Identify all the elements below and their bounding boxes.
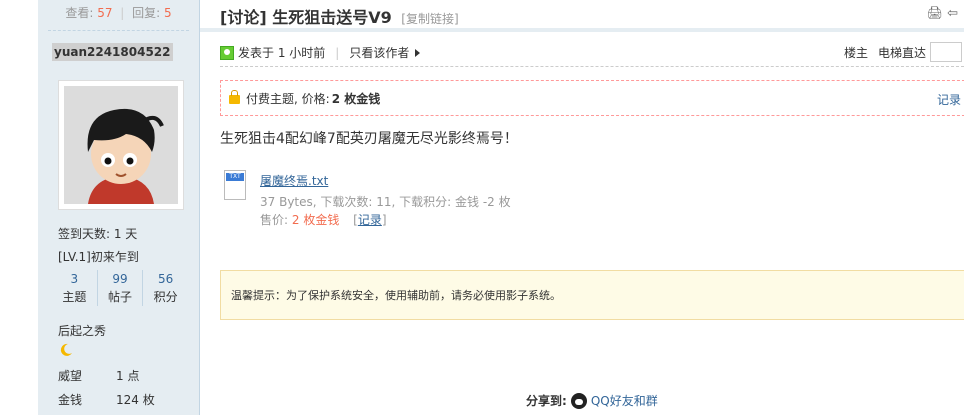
stat-label: 帖子 [108, 290, 133, 304]
post-content: 生死狙击4配幻峰7配英刃屠魔无尽光影终焉号！ [220, 131, 518, 147]
divider: | [335, 45, 340, 60]
file-type-badge: TXT [226, 173, 244, 181]
caret-right-icon[interactable] [415, 48, 421, 57]
stat-topics[interactable]: 3 主题 [52, 270, 98, 306]
paid-record-link[interactable]: 记录 [937, 91, 961, 108]
thread-title: [讨论] 生死狙击送号V9 [复制链接] [220, 4, 459, 28]
stat-label: 积分 [153, 290, 178, 304]
floor-controls: 楼主 电梯直达 [844, 42, 964, 62]
row-key: 金钱 [58, 393, 83, 407]
replies-count: 5 [164, 6, 172, 20]
share-bar: 分享到: QQ好友和群 [526, 392, 658, 409]
paid-topic-box: 付费主题, 价格: 2 枚金钱 记录 [220, 80, 964, 116]
divider: | [120, 6, 125, 20]
avatar-image [64, 86, 178, 204]
op-label: 楼主 [843, 45, 868, 60]
money-row: 金钱 124 枚 [58, 391, 155, 408]
copy-link-button[interactable]: [复制链接] [401, 12, 458, 26]
price-value: 2 枚金钱 [291, 213, 340, 227]
replies-label: 回复: [132, 6, 161, 20]
views-label: 查看: [65, 6, 94, 20]
jump-label: 电梯直达 [877, 45, 926, 60]
stat-value: 56 [158, 272, 174, 286]
attachment-record-link[interactable]: 记录 [358, 213, 382, 227]
lock-icon [229, 90, 240, 104]
stat-label: 主题 [62, 290, 87, 304]
thread-title-text: [讨论] 生死狙击送号V9 [220, 8, 392, 27]
row-key: 威望 [58, 369, 83, 383]
back-arrow-icon[interactable]: ⇦ [947, 6, 958, 21]
row-value: 1 点 [116, 369, 140, 383]
avatar[interactable] [58, 80, 184, 210]
attachment-download-link[interactable]: 屠魔终焉.txt [260, 172, 328, 189]
rank-title: 后起之秀 [58, 324, 107, 338]
cartoon-avatar-icon [64, 86, 178, 204]
posted-time: 发表于 1 小时前 [238, 46, 326, 60]
user-stats: 3 主题 99 帖子 56 积分 [52, 270, 188, 306]
online-user-icon [220, 45, 234, 60]
stat-points[interactable]: 56 积分 [143, 270, 188, 306]
print-icon[interactable]: 🖨 [927, 6, 944, 21]
sidebar-divider [48, 30, 189, 31]
meta-divider [220, 66, 964, 67]
floor-jump-input[interactable] [930, 42, 962, 62]
attachment-info: 37 Bytes, 下载次数: 11, 下载积分: 金钱 -2 枚 [260, 195, 511, 209]
attachment-price: 售价: 2 枚金钱 [记录] [260, 213, 387, 227]
txt-file-icon: TXT [224, 170, 246, 200]
stat-value: 3 [70, 272, 79, 286]
row-value: 124 枚 [116, 393, 155, 407]
stat-value: 99 [112, 272, 128, 286]
paid-label: 付费主题, 价格: [246, 91, 330, 106]
qq-icon[interactable] [570, 392, 587, 409]
user-level[interactable]: [LV.1]初来乍到 [58, 248, 139, 265]
paid-price: 2 枚金钱 [331, 91, 381, 106]
stat-posts[interactable]: 99 帖子 [98, 270, 144, 306]
title-actions: 🖨 ⇦ [927, 6, 958, 21]
title-bar: [讨论] 生死狙击送号V9 [复制链接] 🖨 ⇦ [200, 0, 964, 32]
share-qq-link[interactable]: QQ好友和群 [591, 392, 658, 409]
moon-medal-icon [58, 342, 74, 361]
author-username[interactable]: yuan2241804522 [52, 43, 173, 61]
notice-box: 温馨提示：为了保护系统安全，使用辅助前，请务必使用影子系统。 [220, 270, 964, 320]
only-author-link[interactable]: 只看该作者 [349, 44, 409, 61]
share-label: 分享到: [526, 394, 567, 408]
post-main: [讨论] 生死狙击送号V9 [复制链接] 🖨 ⇦ 发表于 1 小时前 | 只看该… [200, 0, 964, 415]
post-meta: 发表于 1 小时前 | 只看该作者 [220, 44, 421, 61]
prestige-row: 威望 1 点 [58, 367, 139, 384]
author-sidebar: 查看: 57 | 回复: 5 yuan2241804522 签到天数: 1 天 … [38, 0, 200, 415]
price-label: 售价: [260, 213, 289, 227]
views-count: 57 [97, 6, 113, 20]
thread-stats: 查看: 57 | 回复: 5 [38, 0, 199, 28]
checkin-days: 签到天数: 1 天 [58, 227, 138, 241]
